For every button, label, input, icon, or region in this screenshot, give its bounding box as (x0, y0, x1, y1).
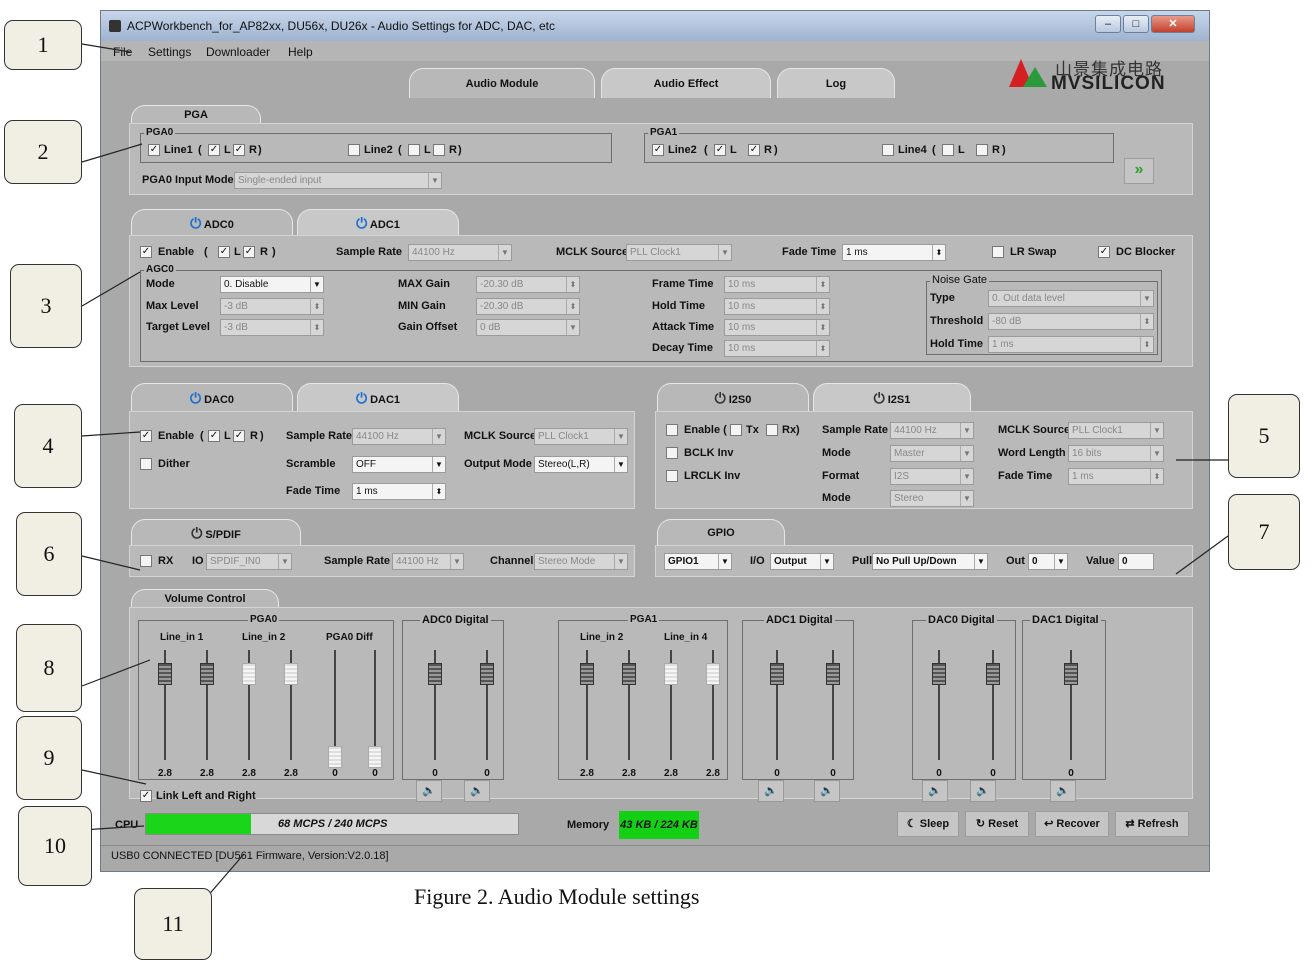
callout-3: 3 (10, 264, 82, 348)
callout-7: 7 (1228, 494, 1300, 570)
callout-8: 8 (16, 624, 82, 712)
callout-10: 10 (18, 806, 92, 886)
callout-2: 2 (4, 120, 82, 184)
callout-11: 11 (134, 888, 212, 960)
callout-leaders (81, 43, 1229, 899)
callout-9: 9 (16, 716, 82, 800)
callout-4: 4 (14, 404, 82, 488)
callout-5: 5 (1228, 394, 1300, 478)
callout-1: 1 (4, 20, 82, 70)
figure-caption: Figure 2. Audio Module settings (414, 884, 700, 909)
callout-6: 6 (16, 512, 82, 596)
